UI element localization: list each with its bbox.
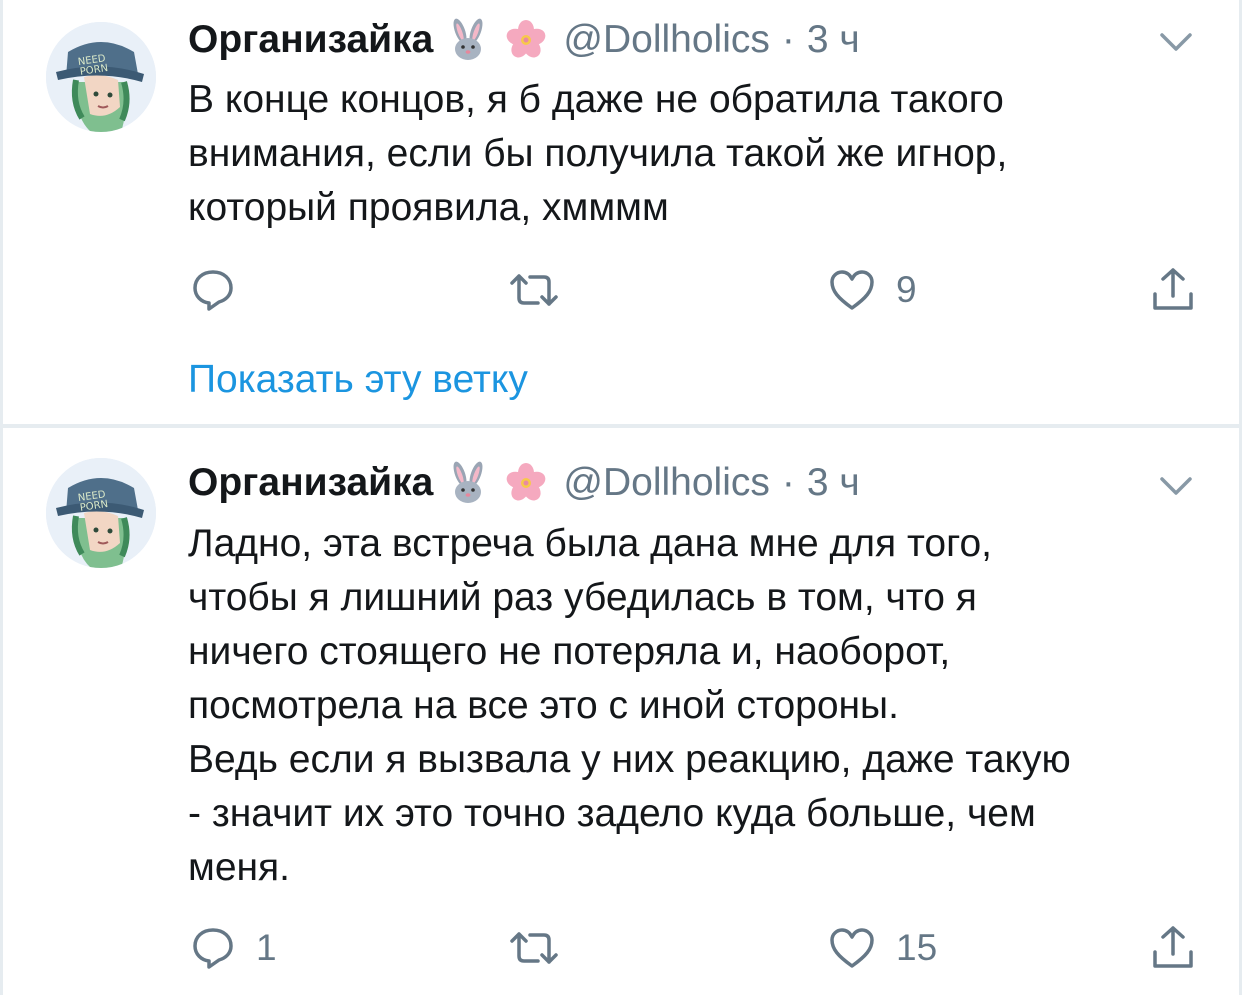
reply-icon <box>193 270 233 311</box>
share-button[interactable] <box>1150 266 1196 312</box>
tweet-header: Организайка @Dollholics · 3 ч <box>188 15 860 65</box>
chevron-down-icon[interactable] <box>1158 30 1194 54</box>
retweet-icon <box>510 932 558 964</box>
reply-icon <box>193 928 233 969</box>
chevron-down-icon[interactable] <box>1158 474 1194 498</box>
share-icon <box>1153 268 1193 310</box>
cherry-blossom-emoji-icon <box>503 17 549 63</box>
rabbit-emoji-icon <box>445 17 491 63</box>
share-button[interactable] <box>1150 924 1196 970</box>
cherry-blossom-emoji-icon <box>503 460 549 506</box>
reply-button[interactable]: 1 <box>190 926 277 970</box>
retweet-icon <box>510 274 558 306</box>
tweet[interactable]: NEED PORN Организайка @Dollholics · 3 ч … <box>0 0 1242 426</box>
like-button[interactable]: 9 <box>828 268 917 312</box>
like-count: 9 <box>896 269 917 310</box>
author-handle[interactable]: @Dollholics <box>563 18 769 62</box>
tweet-header: Организайка @Dollholics · 3 ч <box>188 458 860 508</box>
heart-icon <box>830 270 874 310</box>
heart-icon <box>830 928 874 968</box>
separator-dot: · <box>781 18 795 61</box>
tweet-text: В конце концов, я б даже не обратила так… <box>188 78 1008 229</box>
tweet-time[interactable]: 3 ч <box>807 461 860 505</box>
like-count: 15 <box>896 927 938 968</box>
author-handle[interactable]: @Dollholics <box>563 461 769 505</box>
tweet-text: Ладно, эта встреча была дана мне для тог… <box>188 522 1071 889</box>
author-name[interactable]: Организайка <box>188 18 433 62</box>
author-name[interactable]: Организайка <box>188 461 433 505</box>
separator-dot: · <box>781 461 795 504</box>
retweet-button[interactable] <box>508 271 580 309</box>
reply-button[interactable] <box>190 268 256 312</box>
avatar[interactable]: NEED PORN <box>46 458 156 568</box>
reply-count: 1 <box>256 927 277 968</box>
rabbit-emoji-icon <box>445 460 491 506</box>
retweet-button[interactable] <box>508 929 580 967</box>
avatar[interactable]: NEED PORN <box>46 22 156 132</box>
tweet[interactable]: NEED PORN Организайка @Dollholics · 3 ч … <box>0 428 1242 995</box>
tweet-time[interactable]: 3 ч <box>807 18 860 62</box>
like-button[interactable]: 15 <box>828 926 937 970</box>
show-thread-link[interactable]: Показать эту ветку <box>188 358 528 402</box>
share-icon <box>1153 926 1193 968</box>
